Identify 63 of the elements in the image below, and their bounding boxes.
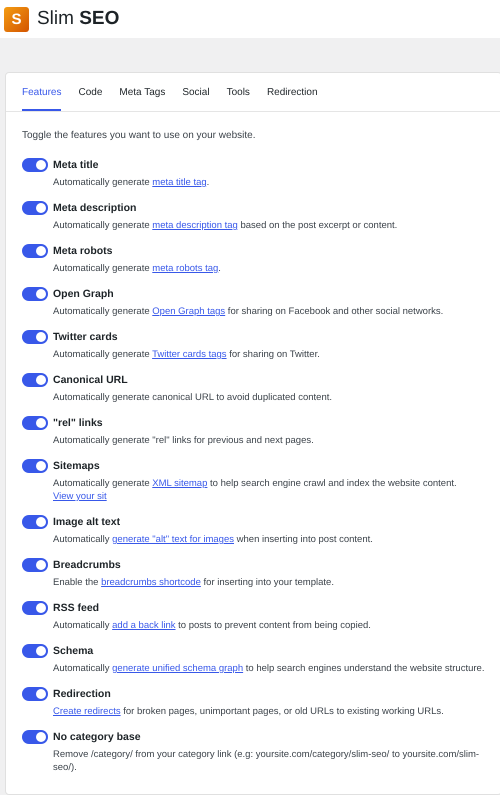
feature-toggle[interactable]: [22, 515, 48, 529]
feature-toggle[interactable]: [22, 558, 48, 572]
description-link[interactable]: Create redirects: [53, 706, 121, 717]
feature-description: Automatically generate meta title tag.: [53, 176, 210, 189]
feature-toggle[interactable]: [22, 644, 48, 658]
feature-title: Breadcrumbs: [53, 558, 122, 572]
description-link[interactable]: generate unified schema graph: [112, 663, 244, 674]
feature-title: Schema: [53, 644, 94, 658]
feature-title: No category base: [53, 730, 142, 744]
feature-title: Open Graph: [53, 287, 115, 301]
feature-description: Automatically generate meta description tag based on the post excerpt or content.: [53, 219, 398, 232]
feature-toggle[interactable]: [22, 330, 48, 344]
feature-toggle[interactable]: [22, 459, 48, 473]
feature-description: Create redirects for broken pages, unimportant pages, or old URLs to existing working URLs.: [53, 705, 445, 718]
intro-text: Toggle the features you want to use on your website.: [22, 130, 256, 141]
tab[interactable]: Meta Tags: [119, 73, 166, 111]
feature-title: Meta description: [53, 201, 138, 215]
tab[interactable]: Code: [78, 73, 102, 111]
feature-description: Automatically generate unified schema graph to help search engines understand the website structure.: [53, 662, 486, 675]
description-link[interactable]: meta description tag: [152, 220, 238, 231]
tab[interactable]: Tools: [226, 73, 250, 111]
feature-title: Redirection: [53, 687, 112, 701]
feature-description: Automatically generate meta robots tag.: [53, 262, 222, 275]
tab[interactable]: Social: [182, 73, 210, 111]
feature-title: Twitter cards: [53, 330, 119, 344]
feature-toggle[interactable]: [22, 730, 48, 744]
description-link[interactable]: XML sitemap: [152, 478, 208, 489]
description-link[interactable]: View your sit: [53, 491, 107, 502]
feature-title: Canonical URL: [53, 373, 129, 387]
feature-description: Automatically generate Open Graph tags for sharing on Facebook and other social networks.: [53, 305, 444, 318]
feature-toggle[interactable]: [22, 201, 48, 215]
feature-title: Sitemaps: [53, 459, 101, 473]
feature-description: Enable the breadcrumbs shortcode for inserting into your template.: [53, 576, 335, 589]
feature-description: Automatically generate "rel" links for previous and next pages.: [53, 434, 315, 447]
app-title: Slim SEO: [37, 8, 120, 30]
feature-title: Meta robots: [53, 244, 114, 258]
tab[interactable]: Features: [22, 73, 62, 111]
description-link[interactable]: Twitter cards tags: [152, 349, 227, 360]
feature-toggle[interactable]: [22, 373, 48, 387]
logo: S: [4, 6, 29, 32]
description-link[interactable]: add a back link: [112, 620, 176, 631]
feature-toggle[interactable]: [22, 687, 48, 701]
feature-toggle[interactable]: [22, 416, 48, 430]
feature-description: Automatically generate Twitter cards tags for sharing on Twitter.: [53, 348, 321, 361]
feature-description: Automatically generate canonical URL to avoid duplicated content.: [53, 391, 334, 404]
feature-title: Meta title: [53, 158, 100, 172]
description-link[interactable]: Open Graph tags: [152, 306, 226, 317]
feature-toggle[interactable]: [22, 601, 48, 615]
feature-toggle[interactable]: [22, 287, 48, 301]
description-link[interactable]: meta robots tag: [152, 263, 218, 274]
feature-toggle[interactable]: [22, 158, 48, 172]
feature-description: Automatically generate XML sitemap to help search engine crawl and index the website content. View your sit: [53, 477, 458, 503]
feature-title: Image alt text: [53, 515, 122, 529]
feature-title: RSS feed: [53, 601, 100, 615]
tab[interactable]: Redirection: [266, 73, 318, 111]
description-link[interactable]: generate "alt" text for images: [112, 534, 234, 545]
feature-toggle[interactable]: [22, 244, 48, 258]
feature-description: Automatically add a back link to posts to prevent content from being copied.: [53, 619, 372, 632]
description-link[interactable]: meta title tag: [152, 177, 207, 188]
feature-description: Automatically generate "alt" text for images when inserting into post content.: [53, 533, 374, 546]
description-link[interactable]: breadcrumbs shortcode: [101, 577, 201, 588]
feature-title: "rel" links: [53, 416, 104, 430]
feature-description: Remove /category/ from your category link (e.g: yoursite.com/category/slim-seo/ to yoursite.com/slim-seo/).: [53, 748, 480, 774]
